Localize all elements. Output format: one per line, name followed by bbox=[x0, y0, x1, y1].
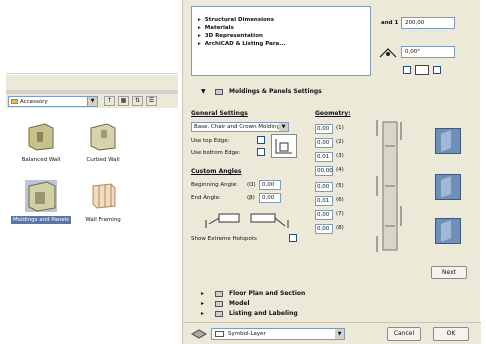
geometry-field[interactable]: 0,00 bbox=[315, 182, 333, 192]
tree-item[interactable]: ArchiCAD & Listing Para... bbox=[198, 41, 286, 47]
base-molding-preview[interactable] bbox=[435, 218, 461, 244]
model-icon bbox=[215, 301, 223, 307]
use-top-edge-label: Use top Edge: bbox=[191, 138, 230, 144]
use-top-edge-checkbox[interactable] bbox=[257, 136, 265, 144]
cancel-button[interactable]: Cancel bbox=[387, 327, 421, 341]
tree-item[interactable]: Materials bbox=[198, 25, 234, 31]
mirror-checkbox[interactable] bbox=[403, 66, 411, 74]
molding-profile-diagram bbox=[371, 116, 411, 256]
chair-molding-preview[interactable] bbox=[435, 174, 461, 200]
geometry-index: (3) bbox=[336, 153, 344, 159]
library-object-label: Curbed Wall bbox=[86, 157, 120, 163]
geometry-index: (4) bbox=[336, 167, 344, 173]
folder-row: Accessory ▼ ↑ ▦ ⇅ ☰ bbox=[6, 94, 178, 108]
library-object-label: Balanced Wall bbox=[21, 157, 61, 163]
library-pane: Accessory ▼ ↑ ▦ ⇅ ☰ Balanced Wall Curbed… bbox=[6, 6, 178, 334]
height-label: and 1 bbox=[381, 20, 399, 26]
triangle-right-icon: ▸ bbox=[201, 310, 205, 317]
moldings-panel: General Settings Base, Chair and Crown M… bbox=[191, 104, 473, 282]
wall-object-icon bbox=[25, 120, 57, 152]
folder-dropdown[interactable]: Accessory ▼ bbox=[8, 96, 98, 107]
geometry-field[interactable]: 0,00 bbox=[315, 124, 333, 134]
listing-icon bbox=[215, 311, 223, 317]
up-folder-icon[interactable]: ↑ bbox=[104, 96, 115, 106]
custom-angles-heading: Custom Angles bbox=[191, 168, 242, 175]
end-angle-label: End Angle: bbox=[191, 195, 221, 201]
wall-object-icon bbox=[87, 120, 119, 152]
show-ext-hotspots-label: Show Extreme Hotspots bbox=[191, 236, 257, 242]
geometry-index: (7) bbox=[336, 211, 344, 217]
show-ext-hotspots-checkbox[interactable] bbox=[289, 234, 297, 242]
library-object-label: Moldings and Panels bbox=[10, 216, 72, 224]
chevron-down-icon[interactable]: ▼ bbox=[335, 329, 344, 339]
object-settings-dialog: Accessory ▼ ↑ ▦ ⇅ ☰ Balanced Wall Curbed… bbox=[0, 0, 486, 344]
end-angle-field[interactable]: 0,00 bbox=[259, 193, 281, 203]
geometry-field[interactable]: 0,01 bbox=[315, 196, 333, 206]
geometry-field[interactable]: 0,00 bbox=[315, 210, 333, 220]
beginning-angle-field[interactable]: 0,00 bbox=[259, 180, 281, 190]
tree-item[interactable]: 3D Representation bbox=[198, 33, 263, 39]
next-button[interactable]: Next bbox=[431, 266, 467, 279]
molding-type-dropdown[interactable]: Base, Chair and Crown Molding ▼ bbox=[191, 122, 289, 132]
layer-dropdown[interactable]: Symbol-Layer ▼ bbox=[211, 328, 345, 340]
geometry-field[interactable]: 0,00 bbox=[315, 224, 333, 234]
view-icons-icon[interactable]: ▦ bbox=[118, 96, 129, 106]
settings-section-icon bbox=[215, 89, 223, 95]
tree-item[interactable]: Structural Dimensions bbox=[198, 17, 274, 23]
floor-plan-icon bbox=[215, 291, 223, 297]
show-checkbox[interactable] bbox=[433, 66, 441, 74]
chevron-down-icon[interactable]: ▼ bbox=[87, 97, 97, 106]
folder-name: Accessory bbox=[20, 99, 48, 105]
section-header-moldings[interactable]: ▼ Moldings & Panels Settings bbox=[191, 86, 473, 98]
ok-button[interactable]: OK bbox=[433, 327, 469, 341]
molding-object-icon bbox=[25, 180, 57, 212]
geometry-index: (5) bbox=[336, 183, 344, 189]
library-objects: Balanced Wall Curbed Wall Moldings and P… bbox=[6, 108, 178, 334]
chevron-down-icon[interactable]: ▼ bbox=[279, 123, 288, 131]
geometry-heading: Geometry: bbox=[315, 110, 351, 117]
angle-diagram-icon bbox=[205, 210, 289, 230]
library-toolbar bbox=[6, 74, 178, 90]
dialog-footer: Symbol-Layer ▼ Cancel OK bbox=[183, 322, 481, 344]
height-field[interactable]: 200,00 bbox=[401, 17, 455, 29]
geometry-index: (2) bbox=[336, 139, 344, 145]
layer-icon bbox=[190, 328, 208, 340]
mirror-icon bbox=[415, 65, 429, 75]
geometry-field[interactable]: 0,01 bbox=[315, 152, 333, 162]
use-bottom-edge-checkbox[interactable] bbox=[257, 148, 265, 156]
settings-pane: Structural Dimensions Materials 3D Repre… bbox=[182, 0, 481, 344]
library-object[interactable]: Curbed Wall bbox=[68, 120, 138, 164]
layer-name: Symbol-Layer bbox=[228, 331, 266, 337]
general-settings-heading: General Settings bbox=[191, 110, 248, 117]
geometry-index: (1) bbox=[336, 125, 344, 131]
list-view-icon[interactable]: ☰ bbox=[146, 96, 157, 106]
geometry-index: (6) bbox=[336, 197, 344, 203]
layer-visibility-icon bbox=[215, 331, 224, 337]
library-tree-area[interactable] bbox=[6, 6, 178, 74]
section-header-listing[interactable]: ▸ Listing and Labeling bbox=[191, 308, 473, 320]
library-object[interactable]: Wall Framing bbox=[68, 180, 138, 224]
parameter-tree[interactable]: Structural Dimensions Materials 3D Repre… bbox=[191, 6, 371, 76]
use-bottom-edge-label: Use bottom Edge: bbox=[191, 150, 241, 156]
beginning-angle-index: (Ɑ) bbox=[247, 182, 256, 188]
geometry-index: (8) bbox=[336, 225, 344, 231]
sort-icon[interactable]: ⇅ bbox=[132, 96, 143, 106]
geometry-field[interactable]: 00,00 bbox=[315, 166, 333, 176]
beginning-angle-label: Beginning Angle: bbox=[191, 182, 238, 188]
molding-type-value: Base, Chair and Crown Molding bbox=[194, 124, 280, 130]
frame-object-icon bbox=[87, 180, 119, 212]
library-object-selected[interactable]: Moldings and Panels bbox=[6, 180, 76, 224]
library-object-label: Wall Framing bbox=[85, 217, 121, 223]
angle-offset-icon bbox=[379, 48, 397, 58]
end-angle-index: (β) bbox=[247, 195, 255, 201]
crown-molding-preview[interactable] bbox=[435, 128, 461, 154]
offset-field[interactable]: 0,00° bbox=[401, 46, 455, 58]
folder-icon bbox=[11, 99, 18, 104]
edge-preview-icon bbox=[271, 134, 297, 158]
triangle-down-icon: ▼ bbox=[201, 88, 206, 95]
geometry-field[interactable]: 0,00 bbox=[315, 138, 333, 148]
library-object[interactable]: Balanced Wall bbox=[6, 120, 76, 164]
